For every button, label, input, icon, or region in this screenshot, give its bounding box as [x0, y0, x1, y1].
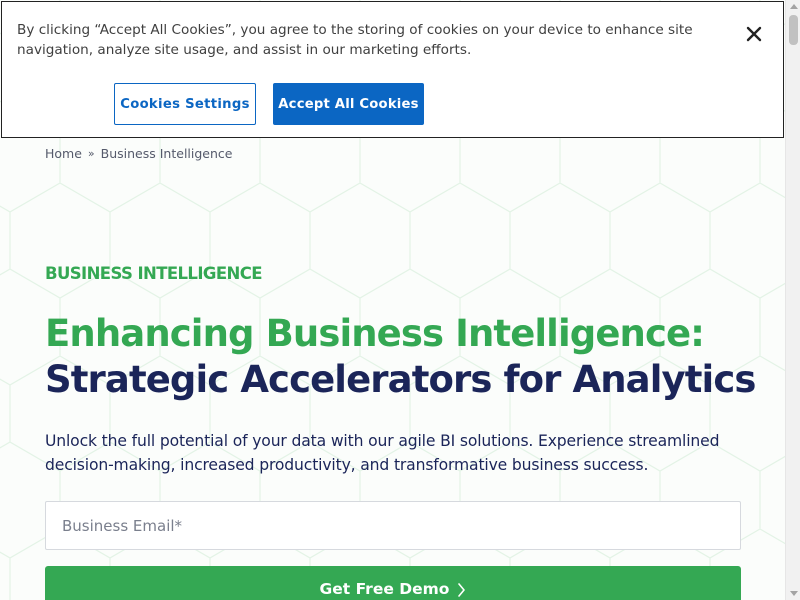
page-title-subline: Strategic Accelerators for Analytics [45, 358, 756, 401]
business-email-field[interactable] [45, 501, 741, 550]
scroll-up-arrow-icon[interactable] [790, 4, 798, 9]
chevron-right-icon [458, 583, 466, 597]
page-title-highlight: Enhancing Business Intelligence: [45, 312, 705, 355]
page-title: Enhancing Business Intelligence: Strateg… [45, 311, 765, 403]
scroll-down-arrow-icon[interactable] [790, 591, 798, 596]
accept-all-cookies-button[interactable]: Accept All Cookies [273, 83, 424, 125]
get-free-demo-button[interactable]: Get Free Demo [45, 566, 741, 600]
cookies-settings-button[interactable]: Cookies Settings [114, 83, 256, 125]
cookie-banner: By clicking “Accept All Cookies”, you ag… [1, 1, 784, 138]
cookie-consent-text: By clicking “Accept All Cookies”, you ag… [17, 22, 693, 58]
scrollbar-thumb[interactable] [789, 15, 798, 45]
close-icon[interactable] [744, 24, 764, 44]
breadcrumb: Home » Business Intelligence [45, 146, 232, 161]
page-scrollbar[interactable] [785, 0, 800, 600]
breadcrumb-current: Business Intelligence [100, 146, 233, 161]
get-free-demo-label: Get Free Demo [319, 580, 450, 598]
breadcrumb-home-link[interactable]: Home [45, 146, 82, 161]
breadcrumb-separator: » [87, 147, 95, 160]
section-eyebrow: BUSINESS INTELLIGENCE [45, 264, 263, 283]
hero-description: Unlock the full potential of your data w… [45, 432, 720, 474]
